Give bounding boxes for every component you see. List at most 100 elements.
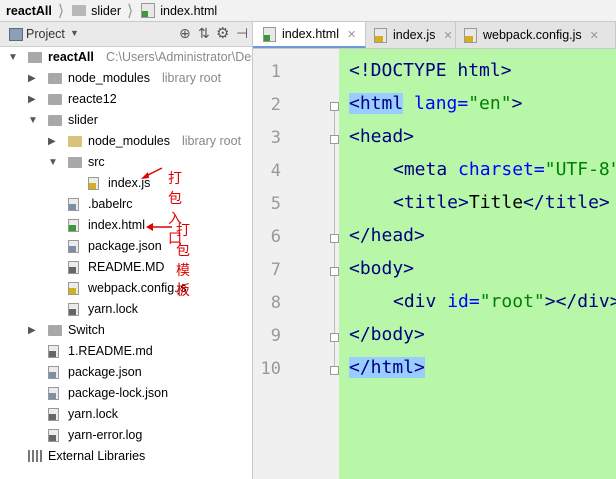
tree-item[interactable]: yarn.lock <box>0 404 252 425</box>
code-line-8: <div id="root"></div> <box>393 291 616 312</box>
html-file-icon <box>141 3 156 18</box>
gear-icon[interactable]: ⚙ <box>216 24 229 42</box>
tree-item-label: package.json <box>68 365 142 379</box>
line-number: 1 <box>270 62 281 82</box>
tree-item-label: README.MD <box>88 260 165 274</box>
breadcrumb-separator-icon: ⟩ <box>126 2 134 20</box>
tree-item[interactable]: webpack.config.js <box>0 278 252 299</box>
tree-item-label: package.json <box>88 239 162 253</box>
tree-item[interactable]: index.js <box>0 173 252 194</box>
project-panel-title[interactable]: Project <box>26 27 65 41</box>
folder-icon <box>28 52 42 63</box>
tree-item[interactable]: ▼ reactAll C:\Users\Administrator\Des <box>0 47 252 68</box>
fold-marker-icon[interactable] <box>330 234 339 243</box>
config-file-icon <box>68 198 79 211</box>
tree-item-label: yarn.lock <box>68 407 119 421</box>
fold-marker-icon[interactable] <box>330 366 339 375</box>
code-line-10: </html> <box>349 357 425 378</box>
fold-marker-icon[interactable] <box>330 267 339 276</box>
tree-item-label: node_modules <box>88 134 171 148</box>
js-file-icon <box>464 27 477 43</box>
tree-item[interactable]: yarn-error.log <box>0 425 252 446</box>
tab-webpack-config-js[interactable]: webpack.config.js ✕ <box>456 22 616 48</box>
line-number: 7 <box>270 260 281 280</box>
tree-item[interactable]: package.json <box>0 362 252 383</box>
collapse-arrow-icon[interactable]: ▶ <box>28 94 36 105</box>
tree-item[interactable]: ▶ node_modules library root <box>0 131 252 152</box>
tree-item-label: package-lock.json <box>68 386 169 400</box>
tree-item-label: index.html <box>88 218 145 232</box>
tree-item[interactable]: ▶ node_modules library root <box>0 68 252 89</box>
tree-item[interactable]: 1.README.md <box>0 341 252 362</box>
collapse-arrow-icon[interactable]: ▶ <box>48 136 56 147</box>
code-line-5: <title>Title</title> <box>393 192 610 213</box>
line-number: 10 <box>260 359 281 379</box>
tab-index-html[interactable]: index.html ✕ <box>253 22 366 48</box>
tree-item[interactable]: yarn.lock <box>0 299 252 320</box>
breadcrumb-item-index-html[interactable]: index.html <box>135 0 221 21</box>
tree-item[interactable]: ▼ slider <box>0 110 252 131</box>
expand-arrow-icon[interactable]: ▼ <box>28 115 38 126</box>
tree-item-label: slider <box>68 113 98 127</box>
fold-marker-icon[interactable] <box>330 333 339 342</box>
tree-item-label: reacte12 <box>68 92 117 106</box>
tree-item[interactable]: External Libraries <box>0 446 252 467</box>
view-dropdown-icon[interactable]: ▼ <box>70 28 79 38</box>
js-file-icon <box>374 27 387 43</box>
json-file-icon <box>48 387 59 400</box>
tree-item-extra: library root <box>182 134 242 148</box>
tree-item-label: yarn.lock <box>88 302 139 316</box>
text-file-icon <box>68 303 79 316</box>
red-arrow-icon <box>145 221 173 233</box>
close-tab-icon[interactable]: ✕ <box>590 29 599 42</box>
tree-item-label: External Libraries <box>48 449 146 463</box>
text-file-icon <box>48 429 59 442</box>
folder-icon <box>48 73 62 84</box>
js-file-icon <box>88 177 99 190</box>
collapse-arrow-icon[interactable]: ▶ <box>28 325 36 336</box>
folder-icon <box>48 94 62 105</box>
fold-marker-icon[interactable] <box>330 135 339 144</box>
tree-item[interactable]: package-lock.json <box>0 383 252 404</box>
breadcrumb-item-slider[interactable]: slider <box>66 0 125 21</box>
text-file-icon <box>48 408 59 421</box>
code-line-9: </body> <box>349 324 425 345</box>
json-file-icon <box>48 366 59 379</box>
text-file-icon <box>68 261 79 274</box>
code-line-7: <body> <box>349 258 415 279</box>
line-number: 2 <box>270 95 281 115</box>
expand-arrow-icon[interactable]: ▼ <box>8 52 18 63</box>
line-number: 3 <box>270 128 281 148</box>
folder-icon <box>48 115 62 126</box>
breadcrumb-separator-icon: ⟩ <box>57 2 65 20</box>
line-number: 9 <box>270 326 281 346</box>
tree-item-label: reactAll <box>48 50 94 64</box>
tree-item[interactable]: package.json <box>0 236 252 257</box>
external-libraries-icon <box>28 450 42 462</box>
folder-icon <box>72 5 87 16</box>
code-line-6: </head> <box>349 225 425 246</box>
text-file-icon <box>48 345 59 358</box>
tab-index-js[interactable]: index.js ✕ <box>366 22 456 48</box>
collapse-arrow-icon[interactable]: ▶ <box>28 73 36 84</box>
red-arrow-icon <box>140 166 164 180</box>
fold-marker-icon[interactable] <box>330 102 339 111</box>
expand-arrow-icon[interactable]: ▼ <box>48 157 58 168</box>
json-file-icon <box>68 240 79 253</box>
tree-item[interactable]: ▶ Switch <box>0 320 252 341</box>
tree-item[interactable]: index.html <box>0 215 252 236</box>
tree-item[interactable]: .babelrc <box>0 194 252 215</box>
close-tab-icon[interactable]: ✕ <box>443 29 452 42</box>
tree-item[interactable]: ▶ reacte12 <box>0 89 252 110</box>
close-tab-icon[interactable]: ✕ <box>347 28 356 41</box>
html-file-icon <box>68 219 79 232</box>
line-number: 4 <box>270 161 281 181</box>
project-view-icon[interactable] <box>9 28 23 41</box>
tree-item-label: webpack.config.js <box>88 281 187 295</box>
tree-item[interactable]: README.MD <box>0 257 252 278</box>
tree-item[interactable]: ▼ src <box>0 152 252 173</box>
collapse-all-icon[interactable]: ⇅ <box>198 25 210 42</box>
hide-panel-icon[interactable]: ⊣ <box>236 25 248 42</box>
breadcrumb-item-reactall[interactable]: reactAll <box>0 0 56 21</box>
locate-icon[interactable]: ⊕ <box>179 25 191 42</box>
